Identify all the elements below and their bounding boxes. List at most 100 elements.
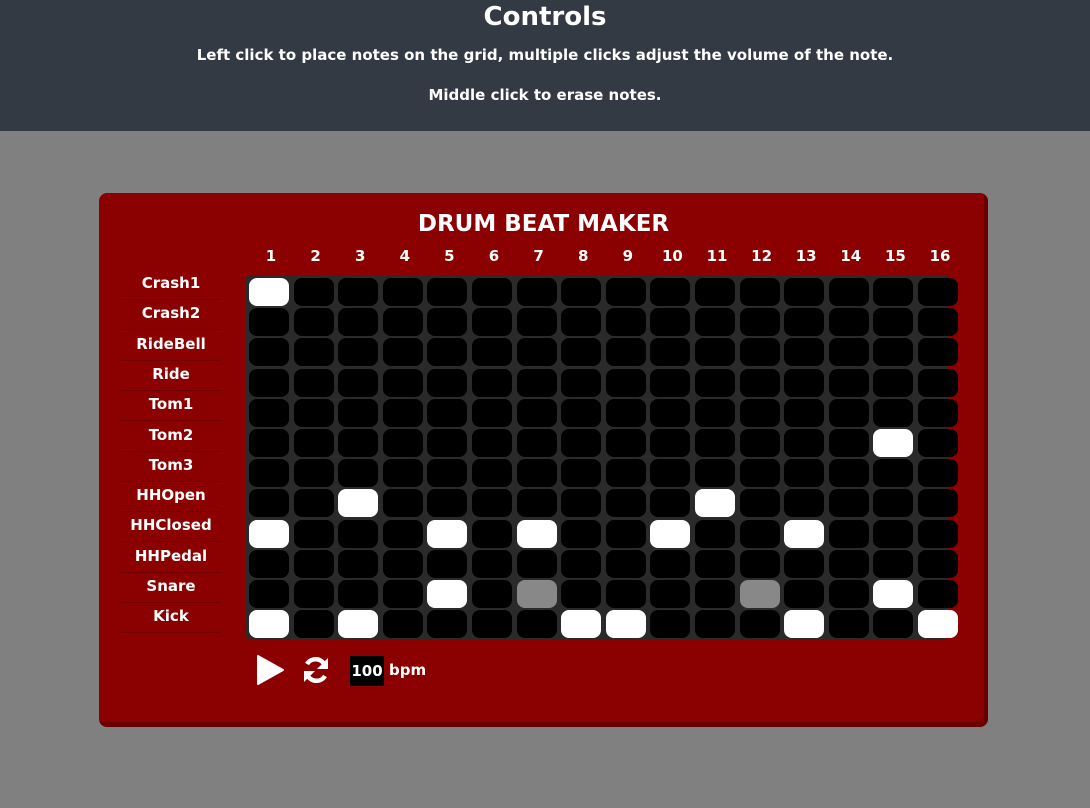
grid-cell-tom1-3[interactable] [338,398,379,427]
grid-cell-hhclosed-8[interactable] [561,519,602,548]
grid-cell-snare-2[interactable] [293,580,334,608]
grid-cell-crash2-11[interactable] [695,308,735,337]
grid-cell-snare-13[interactable] [784,580,825,608]
grid-cell-ride-1[interactable] [249,368,289,397]
grid-cell-kick-1[interactable] [249,610,289,639]
grid-cell-tom3-12[interactable] [739,459,780,488]
grid-cell-hhclosed-11[interactable] [695,519,735,548]
grid-cell-tom2-12[interactable] [739,429,780,457]
grid-cell-kick-13[interactable] [784,610,825,639]
grid-cell-hhclosed-7[interactable] [516,519,557,548]
grid-cell-hhclosed-16[interactable] [918,519,958,548]
grid-cell-tom1-1[interactable] [249,398,289,427]
grid-cell-hhpedal-3[interactable] [338,549,379,578]
grid-cell-snare-16[interactable] [918,580,958,608]
grid-cell-tom3-13[interactable] [784,459,825,488]
grid-cell-tom3-11[interactable] [695,459,735,488]
grid-cell-hhopen-9[interactable] [605,489,646,518]
grid-cell-hhopen-14[interactable] [828,489,869,518]
grid-cell-crash2-9[interactable] [605,308,646,337]
grid-cell-ridebell-10[interactable] [650,338,691,367]
grid-cell-ridebell-7[interactable] [516,338,557,367]
grid-cell-ride-12[interactable] [739,368,780,397]
grid-cell-crash2-2[interactable] [293,308,334,337]
grid-cell-hhclosed-12[interactable] [739,519,780,548]
grid-cell-hhpedal-9[interactable] [605,549,646,578]
grid-cell-kick-16[interactable] [918,610,958,639]
grid-cell-crash1-12[interactable] [739,278,780,306]
grid-cell-snare-4[interactable] [382,580,423,608]
grid-cell-crash1-9[interactable] [605,278,646,306]
grid-cell-ride-15[interactable] [873,368,914,397]
grid-cell-ride-8[interactable] [561,368,602,397]
grid-cell-crash1-11[interactable] [695,278,735,306]
grid-cell-crash2-8[interactable] [561,308,602,337]
grid-cell-hhclosed-13[interactable] [784,519,825,548]
grid-cell-tom2-2[interactable] [293,429,334,457]
grid-cell-tom3-7[interactable] [516,459,557,488]
grid-cell-crash2-1[interactable] [249,308,289,337]
grid-cell-crash1-2[interactable] [293,278,334,306]
grid-cell-hhclosed-14[interactable] [828,519,869,548]
grid-cell-crash2-4[interactable] [382,308,423,337]
grid-cell-tom2-11[interactable] [695,429,735,457]
bpm-input[interactable] [350,656,384,686]
grid-cell-ride-13[interactable] [784,368,825,397]
grid-cell-kick-9[interactable] [605,610,646,639]
grid-cell-kick-10[interactable] [650,610,691,639]
grid-cell-tom3-8[interactable] [561,459,602,488]
grid-cell-hhopen-4[interactable] [382,489,423,518]
grid-cell-tom2-7[interactable] [516,429,557,457]
grid-cell-kick-4[interactable] [382,610,423,639]
grid-cell-hhpedal-12[interactable] [739,549,780,578]
grid-cell-hhclosed-2[interactable] [293,519,334,548]
grid-cell-ridebell-13[interactable] [784,338,825,367]
grid-cell-ridebell-5[interactable] [427,338,468,367]
grid-cell-hhpedal-2[interactable] [293,549,334,578]
grid-cell-crash1-7[interactable] [516,278,557,306]
grid-cell-hhclosed-10[interactable] [650,519,691,548]
grid-cell-ridebell-1[interactable] [249,338,289,367]
grid-cell-hhpedal-10[interactable] [650,549,691,578]
grid-cell-crash2-5[interactable] [427,308,468,337]
grid-cell-tom3-6[interactable] [472,459,512,488]
grid-cell-tom3-16[interactable] [918,459,958,488]
grid-cell-tom2-10[interactable] [650,429,691,457]
grid-cell-tom2-8[interactable] [561,429,602,457]
grid-cell-hhclosed-1[interactable] [249,519,289,548]
grid-cell-tom3-3[interactable] [338,459,379,488]
grid-cell-kick-7[interactable] [516,610,557,639]
grid-cell-tom2-6[interactable] [472,429,512,457]
grid-cell-ridebell-9[interactable] [605,338,646,367]
grid-cell-tom3-4[interactable] [382,459,423,488]
grid-cell-tom2-3[interactable] [338,429,379,457]
grid-cell-snare-9[interactable] [605,580,646,608]
grid-cell-hhpedal-6[interactable] [472,549,512,578]
grid-cell-crash1-16[interactable] [918,278,958,306]
grid-cell-kick-2[interactable] [293,610,334,639]
grid-cell-hhopen-5[interactable] [427,489,468,518]
grid-cell-ride-11[interactable] [695,368,735,397]
grid-cell-kick-14[interactable] [828,610,869,639]
grid-cell-crash1-4[interactable] [382,278,423,306]
grid-cell-ride-3[interactable] [338,368,379,397]
grid-cell-kick-3[interactable] [338,610,379,639]
grid-cell-snare-8[interactable] [561,580,602,608]
grid-cell-tom1-13[interactable] [784,398,825,427]
grid-cell-hhopen-11[interactable] [695,489,735,518]
grid-cell-tom2-13[interactable] [784,429,825,457]
grid-cell-hhpedal-1[interactable] [249,549,289,578]
grid-cell-hhpedal-8[interactable] [561,549,602,578]
grid-cell-tom2-14[interactable] [828,429,869,457]
grid-cell-ridebell-12[interactable] [739,338,780,367]
grid-cell-hhopen-2[interactable] [293,489,334,518]
grid-cell-hhopen-15[interactable] [873,489,914,518]
grid-cell-ridebell-11[interactable] [695,338,735,367]
grid-cell-tom1-12[interactable] [739,398,780,427]
grid-cell-hhpedal-14[interactable] [828,549,869,578]
grid-cell-tom1-5[interactable] [427,398,468,427]
grid-cell-snare-3[interactable] [338,580,379,608]
grid-cell-tom1-9[interactable] [605,398,646,427]
grid-cell-kick-15[interactable] [873,610,914,639]
grid-cell-ridebell-2[interactable] [293,338,334,367]
